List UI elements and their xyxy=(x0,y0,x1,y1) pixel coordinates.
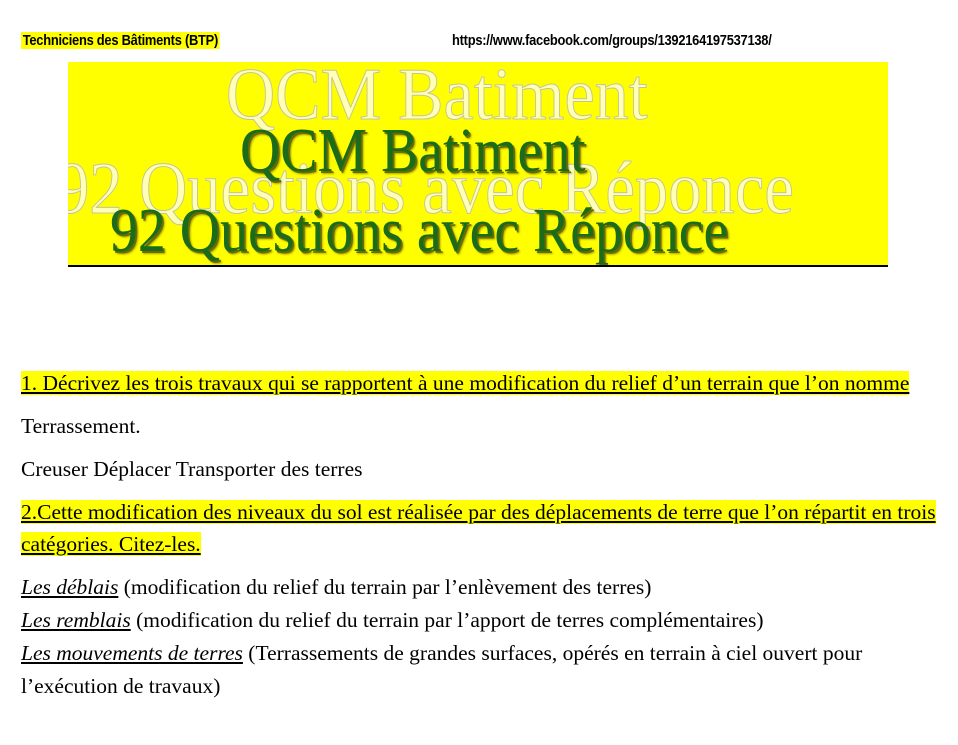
question-1-text: 1. Décrivez les trois travaux qui se rap… xyxy=(21,371,910,395)
title-banner: QCM Batiment 92 Questions avec Réponce Q… xyxy=(68,62,888,265)
banner-title-line2: 92 Questions avec Réponce xyxy=(110,197,729,265)
definition-text: (modification du relief du terrain par l… xyxy=(118,575,652,599)
definition-term: Les déblais xyxy=(21,575,119,599)
definition-term: Les remblais xyxy=(21,608,131,632)
group-url-link[interactable]: https://www.facebook.com/groups/13921641… xyxy=(452,32,772,49)
answer-1-line-1: Terrassement. xyxy=(21,414,141,438)
question-1: 1. Décrivez les trois travaux qui se rap… xyxy=(21,367,941,399)
definition-item: Les déblais (modification du relief du t… xyxy=(21,571,941,604)
question-2: 2.Cette modification des niveaux du sol … xyxy=(21,496,941,560)
answer-1-line-2: Creuser Déplacer Transporter des terres xyxy=(21,457,363,481)
question-2-text: 2.Cette modification des niveaux du sol … xyxy=(21,500,936,556)
banner-title-line1: QCM Batiment xyxy=(240,117,586,185)
banner-underline xyxy=(68,265,888,267)
document-body: 1. Décrivez les trois travaux qui se rap… xyxy=(21,367,941,703)
definition-item: Les mouvements de terres (Terrassements … xyxy=(21,637,941,703)
definition-term: Les mouvements de terres xyxy=(21,641,243,665)
answer-2-definitions: Les déblais (modification du relief du t… xyxy=(21,571,941,703)
group-name-header: Techniciens des Bâtiments (BTP) xyxy=(21,32,220,49)
definition-text: (modification du relief du terrain par l… xyxy=(130,608,764,632)
definition-item: Les remblais (modification du relief du … xyxy=(21,604,941,637)
